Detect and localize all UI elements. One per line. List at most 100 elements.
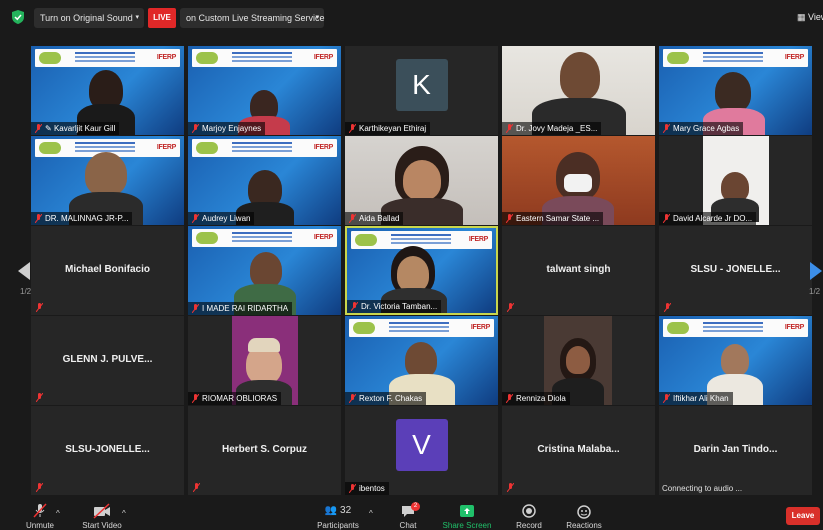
video-tile[interactable]: Eastern Samar State ... bbox=[502, 136, 655, 225]
participants-options-caret-icon[interactable]: ^ bbox=[369, 509, 373, 518]
audio-options-caret-icon[interactable]: ^ bbox=[56, 509, 60, 518]
participant-name: Aida Ballad bbox=[345, 212, 404, 225]
next-page-arrow-icon[interactable] bbox=[810, 262, 822, 280]
video-tile[interactable]: SLSU-JONELLE... bbox=[31, 406, 184, 495]
muted-mic-icon bbox=[36, 483, 43, 492]
original-sound-button[interactable]: Turn on Original Sound ▾ bbox=[34, 8, 144, 28]
video-tile[interactable]: IFERP Mary Grace Agbas bbox=[659, 46, 812, 135]
video-tile[interactable]: IFERP Iftikhar Ali Khan bbox=[659, 316, 812, 405]
video-tile[interactable]: Renniza Diola bbox=[502, 316, 655, 405]
participant-name-label: Audrey Liwan bbox=[202, 214, 251, 223]
muted-mic-icon bbox=[507, 483, 514, 492]
participant-name: Dr. Jovy Madeja _ES... bbox=[502, 122, 602, 135]
video-tile[interactable]: Dr. Jovy Madeja _ES... bbox=[502, 46, 655, 135]
video-tile[interactable]: RIOMAR OBLIORAS bbox=[188, 316, 341, 405]
participant-name-label: Herbert S. Corpuz bbox=[221, 444, 307, 455]
video-tile[interactable]: Michael Bonifacio bbox=[31, 226, 184, 315]
muted-mic-icon bbox=[192, 394, 199, 403]
share-screen-icon bbox=[460, 505, 474, 517]
participant-name-label: DR. MALINNAG JR-P... bbox=[45, 214, 129, 223]
participant-name: Audrey Liwan bbox=[188, 212, 255, 225]
video-tile[interactable]: IFERP DR. MALINNAG JR-P... bbox=[31, 136, 184, 225]
participant-name: RIOMAR OBLIORAS bbox=[188, 392, 282, 405]
participant-name-label: David Alcarde Jr DO... bbox=[673, 214, 753, 223]
start-video-label: Start Video bbox=[82, 521, 122, 530]
participant-name-label: ibentos bbox=[359, 484, 385, 493]
live-badge[interactable]: LIVE bbox=[148, 8, 176, 28]
muted-microphone-icon bbox=[33, 503, 47, 518]
record-label: Record bbox=[516, 521, 542, 530]
start-video-button[interactable]: Start Video bbox=[78, 502, 126, 530]
participant-name-label: Cristina Malaba... bbox=[537, 444, 620, 455]
muted-mic-icon bbox=[349, 124, 356, 133]
video-options-caret-icon[interactable]: ^ bbox=[122, 509, 126, 518]
participant-name: Rexton F. Chakas bbox=[345, 392, 427, 405]
original-sound-label: Turn on Original Sound bbox=[40, 13, 133, 23]
video-tile[interactable]: SLSU - JONELLE... bbox=[659, 226, 812, 315]
video-tile[interactable]: IFERP Marjoy Enjaynes bbox=[188, 46, 341, 135]
chevron-down-icon: ▾ bbox=[315, 14, 319, 21]
video-tile[interactable]: K Karthikeyan Ethiraj bbox=[345, 46, 498, 135]
page-indicator-right: 1/2 bbox=[809, 287, 821, 296]
participant-name-label: Dr. Victoria Tamban... bbox=[361, 302, 438, 311]
active-speaker-tile[interactable]: IFERP Dr. Victoria Tamban... bbox=[345, 226, 498, 315]
video-tile[interactable]: GLENN J. PULVE... bbox=[31, 316, 184, 405]
conference-banner: IFERP bbox=[192, 229, 337, 247]
unmute-label: Unmute bbox=[25, 521, 54, 530]
video-tile[interactable]: IFERP Rexton F. Chakas bbox=[345, 316, 498, 405]
muted-mic-icon bbox=[36, 393, 43, 402]
participant-name: Eastern Samar State ... bbox=[502, 212, 604, 225]
muted-mic-icon bbox=[664, 303, 671, 312]
muted-mic-icon bbox=[349, 394, 356, 403]
participant-name-label: Kavarljit Kaur Gill bbox=[53, 124, 116, 133]
security-shield-icon[interactable] bbox=[12, 10, 24, 24]
participant-name: Renniza Diola bbox=[502, 392, 570, 405]
participant-name: Mary Grace Agbas bbox=[659, 122, 744, 135]
video-tile[interactable]: Darin Jan Tindo... Connecting to audio .… bbox=[659, 406, 812, 495]
chevron-down-icon: ▾ bbox=[135, 14, 139, 21]
avatar-initial: K bbox=[395, 58, 448, 111]
conference-banner: IFERP bbox=[351, 231, 492, 249]
leave-button[interactable]: Leave bbox=[786, 507, 820, 525]
reactions-button[interactable]: Reactions bbox=[562, 502, 606, 530]
muted-mic-icon bbox=[506, 214, 513, 223]
previous-page-arrow-icon[interactable] bbox=[18, 262, 30, 280]
video-tile[interactable]: Aida Ballad bbox=[345, 136, 498, 225]
view-label: View bbox=[808, 12, 823, 22]
muted-mic-icon bbox=[349, 214, 356, 223]
video-tile[interactable]: IFERP ✎ Kavarljit Kaur Gill bbox=[31, 46, 184, 135]
unmute-button[interactable]: Unmute bbox=[20, 502, 60, 530]
share-screen-button[interactable]: Share Screen bbox=[440, 502, 494, 530]
participant-name: Iftikhar Ali Khan bbox=[659, 392, 733, 405]
participants-count: 32 bbox=[340, 505, 352, 516]
conference-banner: IFERP bbox=[663, 49, 808, 67]
top-bar: Turn on Original Sound ▾ LIVE on Custom … bbox=[0, 0, 823, 36]
participant-name: David Alcarde Jr DO... bbox=[659, 212, 757, 225]
video-tile[interactable]: Cristina Malaba... bbox=[502, 406, 655, 495]
participant-name: DR. MALINNAG JR-P... bbox=[31, 212, 133, 225]
video-tile[interactable]: IFERP Audrey Liwan bbox=[188, 136, 341, 225]
participant-name-label: GLENN J. PULVE... bbox=[62, 354, 153, 365]
video-tile[interactable]: talwant singh bbox=[502, 226, 655, 315]
muted-mic-icon bbox=[193, 483, 200, 492]
live-stream-dropdown[interactable]: on Custom Live Streaming Service ▾ bbox=[180, 8, 325, 28]
participant-name-label: SLSU - JONELLE... bbox=[690, 264, 781, 275]
video-tile[interactable]: David Alcarde Jr DO... bbox=[659, 136, 812, 225]
participant-name-label: Mary Grace Agbas bbox=[673, 124, 740, 133]
chat-label: Chat bbox=[399, 521, 417, 530]
view-button[interactable]: ▦ View bbox=[797, 12, 823, 23]
conference-banner: IFERP bbox=[35, 49, 180, 67]
participant-name: ✎ Kavarljit Kaur Gill bbox=[31, 122, 120, 135]
video-tile[interactable]: Herbert S. Corpuz bbox=[188, 406, 341, 495]
video-tile[interactable]: IFERP I MADE RAI RIDARTHA bbox=[188, 226, 341, 315]
participant-name-label: Renniza Diola bbox=[516, 394, 566, 403]
muted-mic-icon bbox=[507, 303, 514, 312]
video-tile[interactable]: V ibentos bbox=[345, 406, 498, 495]
participants-button[interactable]: 👥 32 Participants bbox=[312, 502, 364, 530]
record-button[interactable]: Record bbox=[512, 502, 546, 530]
reactions-label: Reactions bbox=[566, 521, 602, 530]
participant-name-label: RIOMAR OBLIORAS bbox=[202, 394, 278, 403]
muted-mic-icon bbox=[506, 394, 513, 403]
muted-mic-icon bbox=[36, 303, 43, 312]
participant-name-label: Rexton F. Chakas bbox=[359, 394, 423, 403]
